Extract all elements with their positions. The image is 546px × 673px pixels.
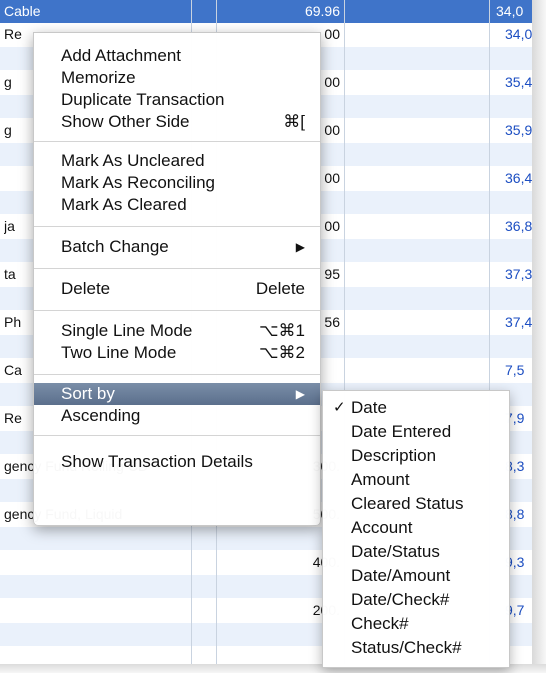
menu-item-mark-reconciling[interactable]: Mark As Reconciling [34,172,320,194]
balance-cell: 35,9 [505,122,532,138]
sort-option-label: Status/Check# [351,638,462,657]
menu-item-label: Single Line Mode [61,321,193,340]
menu-item-label: Duplicate Transaction [61,90,225,109]
menu-item-sort-by[interactable]: Sort by ▶ [34,383,320,405]
menu-item-label: Batch Change [61,237,169,256]
menu-item-add-attachment[interactable]: Add Attachment [34,45,320,67]
sort-option-date-check[interactable]: Date/Check# [323,588,509,612]
sort-option-label: Date/Status [351,542,440,561]
sort-option-date-amount[interactable]: Date/Amount [323,564,509,588]
sort-option-amount[interactable]: Amount [323,468,509,492]
sort-option-label: Date Entered [351,422,452,441]
balance-cell: 37,3 [505,266,532,282]
menu-item-batch-change[interactable]: Batch Change ▶ [34,236,320,258]
menu-item-label: Ascending [61,406,141,425]
menu-item-label: Memorize [61,68,136,87]
menu-separator [34,268,320,269]
menu-item-mark-uncleared[interactable]: Mark As Uncleared [34,150,320,172]
sort-option-description[interactable]: Description [323,444,509,468]
balance-cell: 34,0 [505,26,532,42]
menu-separator [34,374,320,375]
submenu-arrow-icon: ▶ [295,387,305,401]
checkmark-icon: ✓ [333,399,346,416]
sort-option-label: Date/Check# [351,590,450,609]
menu-item-show-other-side[interactable]: Show Other Side ⌘[ [34,111,320,133]
shortcut-label: ⌘[ [283,112,305,131]
sort-by-submenu: ✓ Date Date Entered Description Amount Cl… [322,390,510,668]
header-balance: 34,0 [496,3,524,19]
balance-cell: 37,4 [505,314,532,330]
menu-item-memorize[interactable]: Memorize [34,67,320,89]
header-description: Cable [4,3,41,19]
menu-item-label: Sort by [61,384,115,403]
menu-item-label: Show Other Side [61,112,190,131]
sort-option-date[interactable]: ✓ Date [323,396,509,420]
sort-option-label: Description [351,446,437,465]
balance-cell: 36,8 [505,218,532,234]
menu-separator [34,226,320,227]
shortcut-label: Delete [255,279,305,298]
context-menu: Add Attachment Memorize Duplicate Transa… [33,32,321,526]
header-amount: 69.96 [304,3,340,19]
sort-option-label: Amount [351,470,410,489]
selected-transaction-row[interactable]: Cable 69.96 34,0 [0,0,532,23]
balance-cell: 36,4 [505,170,532,186]
menu-item-label: Mark As Reconciling [61,173,216,192]
shortcut-label: ⌥⌘2 [258,343,305,362]
menu-separator [34,310,320,311]
sort-option-label: Date [351,398,387,417]
menu-item-label: Show Transaction Details [61,452,253,471]
menu-item-two-line-mode[interactable]: Two Line Mode ⌥⌘2 [34,342,320,364]
balance-cell: 35,4 [505,74,532,90]
window-shadow [532,0,546,673]
menu-item-label: Delete [61,279,111,298]
menu-item-single-line-mode[interactable]: Single Line Mode ⌥⌘1 [34,320,320,342]
menu-item-label: Mark As Uncleared [61,151,205,170]
menu-item-duplicate-transaction[interactable]: Duplicate Transaction [34,89,320,111]
menu-item-label: Mark As Cleared [61,195,187,214]
sort-option-label: Date/Amount [351,566,451,585]
menu-item-mark-cleared[interactable]: Mark As Cleared [34,194,320,216]
sort-option-label: Cleared Status [351,494,464,513]
sort-option-label: Check# [351,614,409,633]
menu-item-delete[interactable]: Delete Delete [34,278,320,300]
sort-option-check[interactable]: Check# [323,612,509,636]
menu-item-label: Add Attachment [61,46,182,65]
sort-option-date-status[interactable]: Date/Status [323,540,509,564]
shortcut-label: ⌥⌘1 [258,321,305,340]
menu-item-ascending[interactable]: Ascending [34,405,320,427]
menu-item-label: Two Line Mode [61,343,177,362]
sort-option-cleared-status[interactable]: Cleared Status [323,492,509,516]
sort-option-account[interactable]: Account [323,516,509,540]
menu-separator [34,141,320,142]
sort-option-date-entered[interactable]: Date Entered [323,420,509,444]
menu-separator [34,435,320,436]
menu-item-show-transaction-details[interactable]: Show Transaction Details [34,451,320,473]
balance-cell: 7,5 [505,362,525,378]
sort-option-status-check[interactable]: Status/Check# [323,636,509,660]
sort-option-label: Account [351,518,413,537]
submenu-arrow-icon: ▶ [295,240,305,254]
